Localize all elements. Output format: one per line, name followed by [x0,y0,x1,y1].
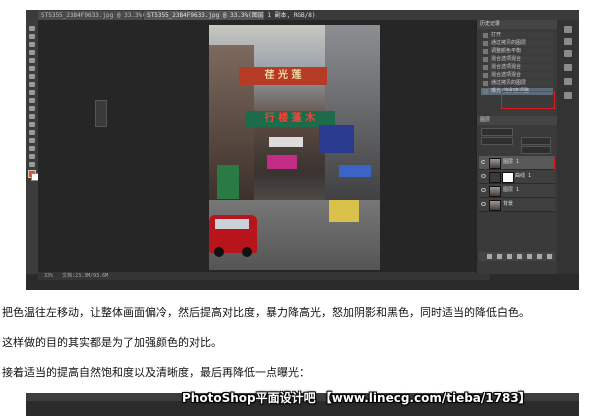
article-paragraph: 这样做的目的其实都是为了加强颜色的对比。 [2,336,222,349]
blur-tool-icon[interactable] [29,122,35,127]
dock-icon[interactable] [564,50,572,57]
history-item[interactable]: 混合选项混合 [481,72,553,79]
layer-name: 图层 1 [503,187,520,193]
street-photo[interactable]: 荏 光 莲 行 楼 蓬 木 [209,25,380,270]
eye-icon[interactable] [481,188,486,192]
shop-sign: 荏 光 莲 [239,67,327,85]
history-item[interactable]: 打开 [481,32,553,39]
layers-panel-tab[interactable]: 图层 [477,116,557,125]
layer-mask-thumbnail [502,172,514,183]
fill-field[interactable] [521,146,551,154]
adjustment-icon [489,172,501,183]
dock-icon[interactable] [564,26,572,33]
history-item[interactable]: 通过拷贝的图层 [481,40,553,47]
zoom-level: 33% [44,273,54,279]
tools-panel [26,20,39,274]
document-tab-bar: ST5355_23B4F9633.jpg @ 33.3%(图层 1, RGB/8… [26,10,579,20]
floating-panel-icon[interactable] [95,100,107,127]
history-item[interactable]: 混合选项混合 [481,64,553,71]
document-tab[interactable]: ST5355_23B4F9633.jpg @ 33.3%(图层 1, RGB/8… [38,11,194,20]
healing-tool-icon[interactable] [29,74,35,79]
history-brush-tool-icon[interactable] [29,98,35,103]
history-item[interactable]: 通过拷贝的图层 [481,80,553,87]
panel-dock [557,20,579,274]
layers-footer [479,252,555,261]
lasso-tool-icon[interactable] [29,42,35,47]
folder-icon[interactable] [527,254,532,259]
crop-tool-icon[interactable] [29,58,35,63]
eraser-tool-icon[interactable] [29,106,35,111]
layer-thumbnail [489,200,501,211]
link-icon[interactable] [487,254,492,259]
dock-icon[interactable] [564,38,572,45]
article-paragraph: 把色温往左移动，让整体画面偏冷，然后提高对比度，暴力降高光，怒加阴影和黑色，同时… [2,306,530,319]
layer-name: 背景 [503,201,514,207]
eye-icon[interactable] [481,174,486,178]
quick-select-tool-icon[interactable] [29,50,35,55]
blend-mode-dropdown[interactable] [481,137,513,145]
history-item[interactable]: 调整颜色平衡 [481,48,553,55]
history-item[interactable]: 混合选项混合 [481,56,553,63]
layer-row[interactable]: 图层 1 [479,184,555,198]
layer-row[interactable]: 背景 [479,198,555,212]
stamp-tool-icon[interactable] [29,90,35,95]
layer-thumbnail [489,186,501,197]
article-paragraph: 接着适当的提高自然饱和度以及清晰度，最后再降低一点曝光： [2,366,310,379]
right-panels: 历史记录 打开 通过拷贝的图层 调整颜色平衡 混合选项混合 混合选项混合 混合选… [476,20,557,274]
dock-icon[interactable] [564,64,572,71]
dock-icon[interactable] [564,78,572,85]
document-tab-active[interactable]: ST5355_23B4F9633.jpg @ 33.3%(图层 1 副本, RG… [144,11,316,20]
move-tool-icon[interactable] [29,26,35,31]
highlight-box [485,157,555,171]
type-tool-icon[interactable] [29,146,35,151]
pen-tool-icon[interactable] [29,138,35,143]
history-list: 打开 通过拷贝的图层 调整颜色平衡 混合选项混合 混合选项混合 混合选项混合 通… [481,32,553,96]
mask-icon[interactable] [507,254,512,259]
red-taxi [209,215,257,257]
eyedropper-tool-icon[interactable] [29,66,35,71]
shape-tool-icon[interactable] [29,162,35,167]
layer-name: 曲线 1 [515,173,532,179]
brush-tool-icon[interactable] [29,82,35,87]
watermark: PhotoShop平面设计吧 【www.linecg.com/tieba/178… [182,391,531,405]
history-panel-tab[interactable]: 历史记录 [477,20,557,29]
photoshop-window: ST5355_23B4F9633.jpg @ 33.3%(图层 1, RGB/8… [26,10,579,290]
marquee-tool-icon[interactable] [29,34,35,39]
opacity-field[interactable] [521,137,551,145]
dodge-tool-icon[interactable] [29,130,35,135]
doc-size: 文档:23.3M/93.6M [62,273,109,279]
gradient-tool-icon[interactable] [29,114,35,119]
layer-row[interactable]: 曲线 1 [479,170,555,184]
dock-icon[interactable] [564,92,572,99]
path-select-tool-icon[interactable] [29,154,35,159]
trash-icon[interactable] [547,254,552,259]
status-bar: 33% 文档:23.3M/93.6M [38,272,490,280]
highlight-box [501,91,555,109]
fx-icon[interactable] [497,254,502,259]
adjustment-layer-icon[interactable] [517,254,522,259]
layer-filter-dropdown[interactable] [481,128,513,136]
new-layer-icon[interactable] [537,254,542,259]
eye-icon[interactable] [481,202,486,206]
